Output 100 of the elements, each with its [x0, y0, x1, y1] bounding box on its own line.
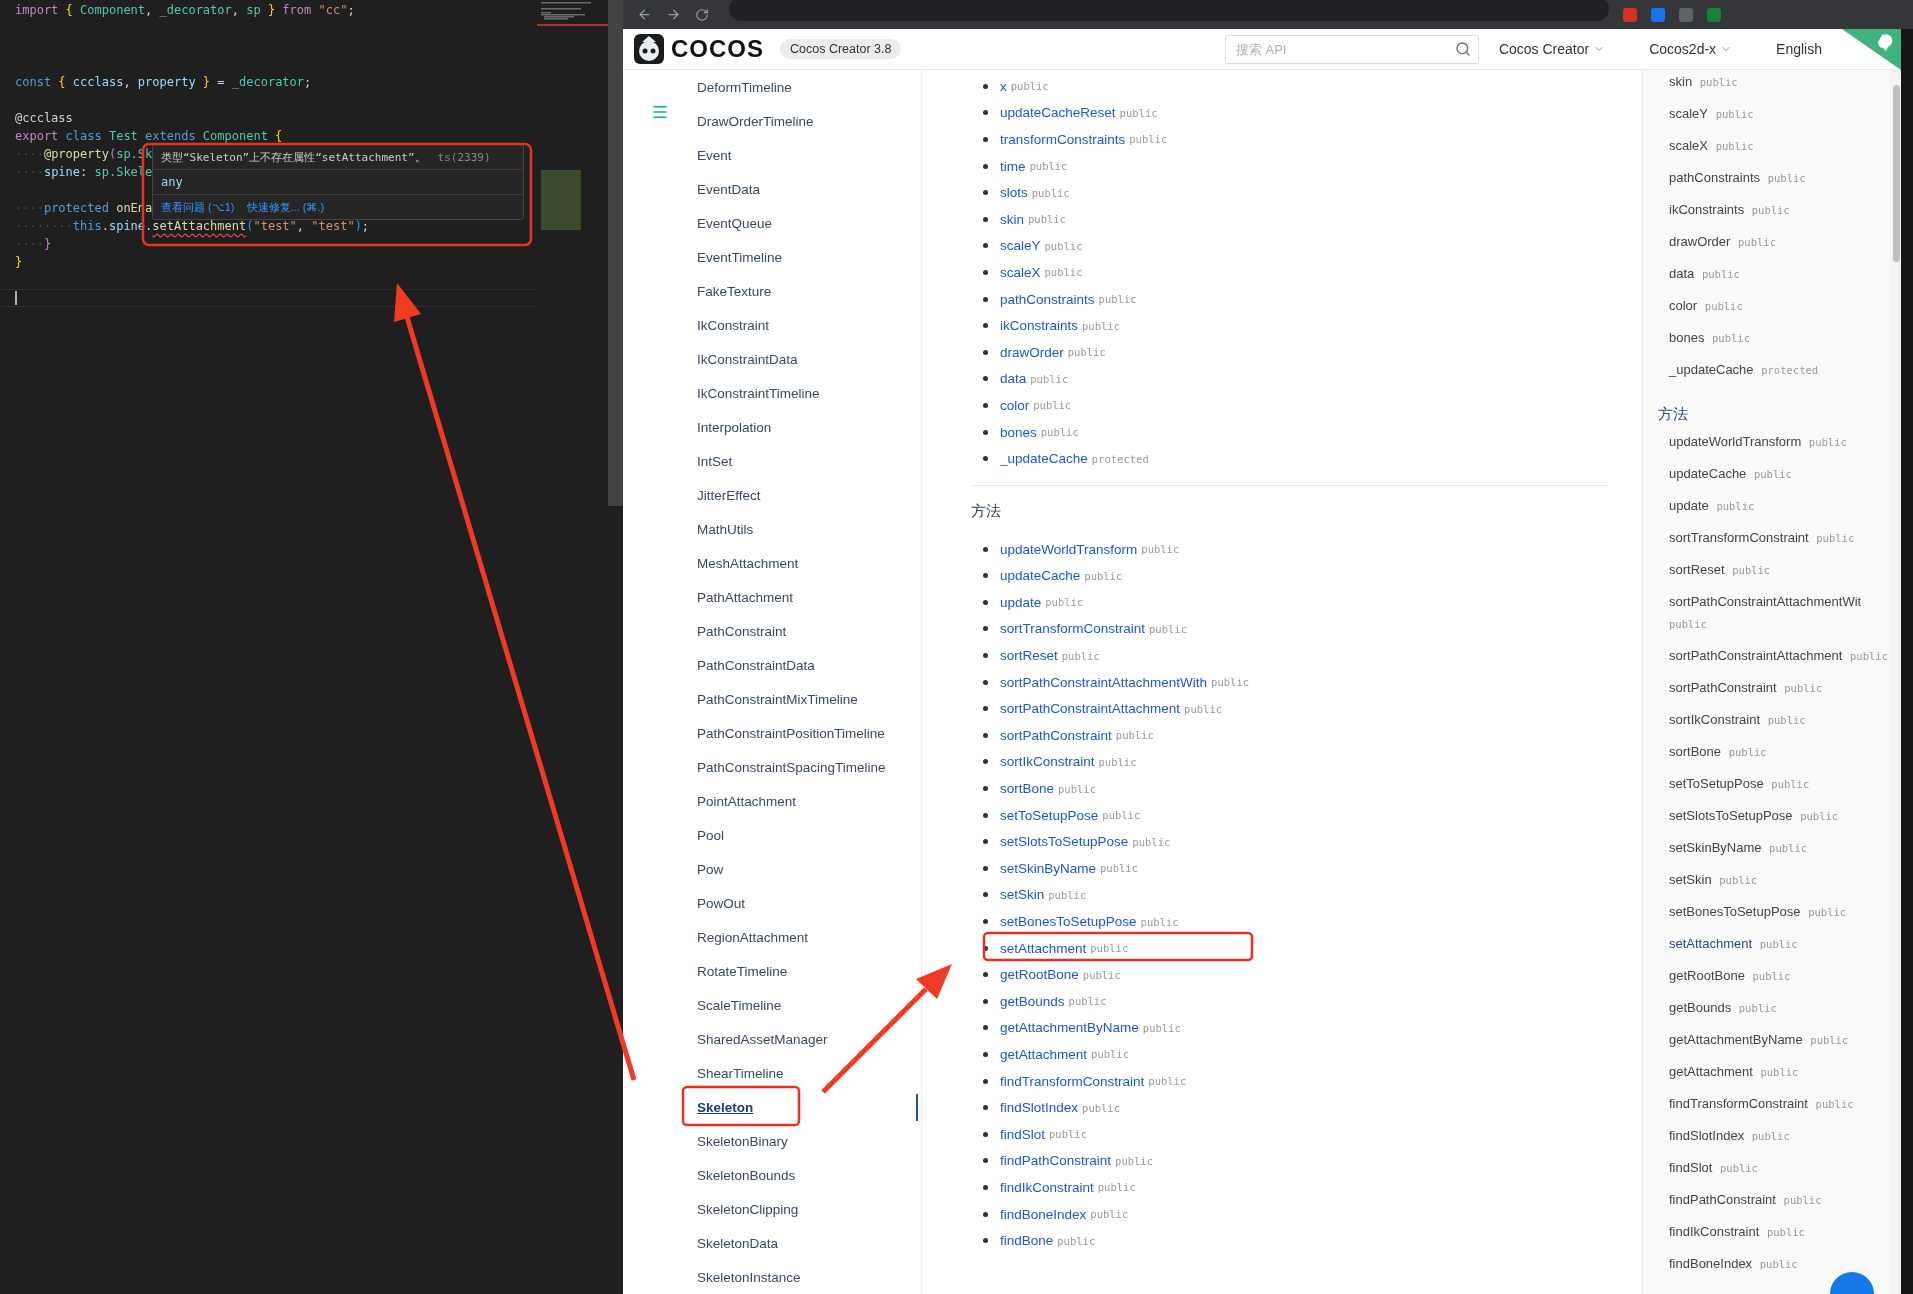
- sidebar-item[interactable]: IkConstraint: [697, 308, 921, 342]
- method-link[interactable]: sortPathConstraintAttachment: [1000, 701, 1181, 717]
- toc-item[interactable]: sortTransformConstraint public: [1669, 522, 1890, 554]
- sidebar-item[interactable]: ShearTimeline: [697, 1056, 921, 1090]
- menu-icon[interactable]: [651, 103, 669, 121]
- corner-ribbon-icon[interactable]: [1842, 29, 1901, 70]
- method-link[interactable]: setSkin: [1000, 887, 1045, 903]
- sidebar-item[interactable]: FakeTexture: [697, 274, 921, 308]
- extension-icon[interactable]: [1679, 7, 1693, 22]
- toc-item[interactable]: sortIkConstraint public: [1669, 704, 1890, 736]
- sidebar-item[interactable]: EventQueue: [697, 206, 921, 240]
- method-link[interactable]: updateCache: [1000, 568, 1081, 584]
- method-link[interactable]: sortTransformConstraint: [1000, 621, 1146, 637]
- method-link[interactable]: sortPathConstraintAttachmentWith: [1000, 674, 1208, 690]
- method-link[interactable]: getAttachment: [1000, 1047, 1088, 1062]
- sidebar-item[interactable]: DeformTimeline: [697, 70, 921, 104]
- property-link[interactable]: transformConstraints: [1000, 132, 1126, 147]
- tooltip-action-link[interactable]: 快速修复... (⌘.): [246, 199, 325, 215]
- toc-item[interactable]: setToSetupPose public: [1669, 768, 1890, 800]
- tooltip-action-link[interactable]: 查看问题 (⌥1): [161, 199, 235, 215]
- nav-menu-link[interactable]: English: [1776, 41, 1822, 57]
- method-link[interactable]: setToSetupPose: [1000, 807, 1099, 823]
- property-link[interactable]: _updateCache: [1000, 451, 1088, 467]
- toc-item[interactable]: bones public: [1669, 322, 1890, 354]
- property-link[interactable]: time: [1000, 158, 1026, 174]
- method-link[interactable]: getRootBone: [1000, 967, 1079, 983]
- sidebar-item[interactable]: JitterEffect: [697, 478, 921, 512]
- toc-item[interactable]: sortPathConstraint public: [1669, 672, 1890, 704]
- property-link[interactable]: x: [1000, 78, 1007, 94]
- extension-icon[interactable]: [1651, 7, 1665, 22]
- method-link[interactable]: findIkConstraint: [1000, 1179, 1094, 1195]
- method-link[interactable]: findSlotIndex: [1000, 1100, 1079, 1116]
- toc-item[interactable]: findBoneIndex public: [1669, 1248, 1890, 1280]
- method-link[interactable]: sortReset: [1000, 648, 1058, 664]
- scrollbar-thumb[interactable]: [1892, 85, 1900, 262]
- forward-icon[interactable]: [666, 7, 681, 22]
- toc-item[interactable]: sortPathConstraintAttachmentWit public: [1669, 586, 1890, 640]
- property-link[interactable]: drawOrder: [1000, 344, 1064, 360]
- toc-item[interactable]: setBonesToSetupPose public: [1669, 896, 1890, 928]
- sidebar-item[interactable]: IkConstraintData: [697, 342, 921, 376]
- sidebar-item[interactable]: IntSet: [697, 444, 921, 478]
- search-field[interactable]: 搜索 API: [1224, 34, 1479, 64]
- method-link[interactable]: updateWorldTransform: [1000, 541, 1138, 557]
- property-link[interactable]: data: [1000, 371, 1027, 387]
- nav-menu-link[interactable]: Cocos2d-x: [1649, 41, 1733, 57]
- sidebar-item[interactable]: PathAttachment: [697, 580, 921, 614]
- property-link[interactable]: updateCacheReset: [1000, 105, 1116, 121]
- method-link[interactable]: setSlotsToSetupPose: [1000, 834, 1129, 850]
- sidebar-item[interactable]: MeshAttachment: [697, 546, 921, 580]
- sidebar-item[interactable]: ScaleTimeline: [697, 988, 921, 1022]
- sidebar-item[interactable]: IkConstraintTimeline: [697, 376, 921, 410]
- toc-item[interactable]: setSkinByName public: [1669, 832, 1890, 864]
- sidebar-item[interactable]: PowOut: [697, 886, 921, 920]
- toc-item[interactable]: scaleX public: [1669, 130, 1890, 162]
- toc-item[interactable]: findTransformConstraint public: [1669, 1088, 1890, 1120]
- toc-item[interactable]: drawOrder public: [1669, 226, 1890, 258]
- method-link[interactable]: setBonesToSetupPose: [1000, 914, 1137, 929]
- toc-item[interactable]: getRootBone public: [1669, 960, 1890, 992]
- sidebar-item[interactable]: SkeletonClipping: [697, 1192, 921, 1226]
- sidebar-item[interactable]: SkeletonData: [697, 1226, 921, 1260]
- toc-item[interactable]: scaleY public: [1669, 98, 1890, 130]
- toc-item[interactable]: updateWorldTransform public: [1669, 426, 1890, 458]
- sidebar-item[interactable]: SkeletonBinary: [697, 1124, 921, 1158]
- sidebar-item[interactable]: RegionAttachment: [697, 920, 921, 954]
- property-link[interactable]: scaleX: [1000, 264, 1041, 280]
- property-link[interactable]: scaleY: [1000, 238, 1041, 254]
- sidebar-item[interactable]: EventTimeline: [697, 240, 921, 274]
- toc-item[interactable]: getBounds public: [1669, 992, 1890, 1024]
- toc-item[interactable]: _updateCache protected: [1669, 354, 1890, 386]
- method-link[interactable]: getAttachmentByName: [1000, 1020, 1139, 1036]
- toc-item[interactable]: setAttachment public: [1669, 928, 1890, 960]
- sidebar-item[interactable]: PathConstraint: [697, 614, 921, 648]
- sidebar-item[interactable]: SharedAssetManager: [697, 1022, 921, 1056]
- method-link[interactable]: findBone: [1000, 1233, 1054, 1249]
- method-link[interactable]: getBounds: [1000, 993, 1065, 1009]
- sidebar-item[interactable]: Interpolation: [697, 410, 921, 444]
- toc-item[interactable]: data public: [1669, 258, 1890, 290]
- toc-item[interactable]: color public: [1669, 290, 1890, 322]
- sidebar-item[interactable]: PointAttachment: [697, 784, 921, 818]
- toc-item[interactable]: getAttachmentByName public: [1669, 1024, 1890, 1056]
- method-link[interactable]: findBoneIndex: [1000, 1206, 1087, 1222]
- nav-menu-link[interactable]: Cocos Creator: [1498, 41, 1606, 57]
- method-link[interactable]: findPathConstraint: [1000, 1153, 1112, 1169]
- sidebar-item[interactable]: Pool: [697, 818, 921, 852]
- method-link[interactable]: findTransformConstraint: [1000, 1073, 1145, 1089]
- sidebar-item[interactable]: EventData: [697, 172, 921, 206]
- toc-item[interactable]: pathConstraints public: [1669, 162, 1890, 194]
- scrollbar-thumb[interactable]: [608, 0, 623, 506]
- method-link[interactable]: setAttachment: [1000, 940, 1087, 956]
- toc-item[interactable]: findIkConstraint public: [1669, 1216, 1890, 1248]
- property-link[interactable]: bones: [1000, 424, 1037, 440]
- toc-item[interactable]: sortReset public: [1669, 554, 1890, 586]
- sidebar-item[interactable]: SkeletonBounds: [697, 1158, 921, 1192]
- property-link[interactable]: slots: [1000, 185, 1028, 201]
- toc-item[interactable]: sortPathConstraintAttachment public: [1669, 640, 1890, 672]
- sidebar-item[interactable]: Pow: [697, 852, 921, 886]
- search-icon[interactable]: [1454, 40, 1471, 57]
- property-link[interactable]: ikConstraints: [1000, 318, 1079, 334]
- sidebar-item[interactable]: RotateTimeline: [697, 954, 921, 988]
- toc-item[interactable]: getAttachment public: [1669, 1056, 1890, 1088]
